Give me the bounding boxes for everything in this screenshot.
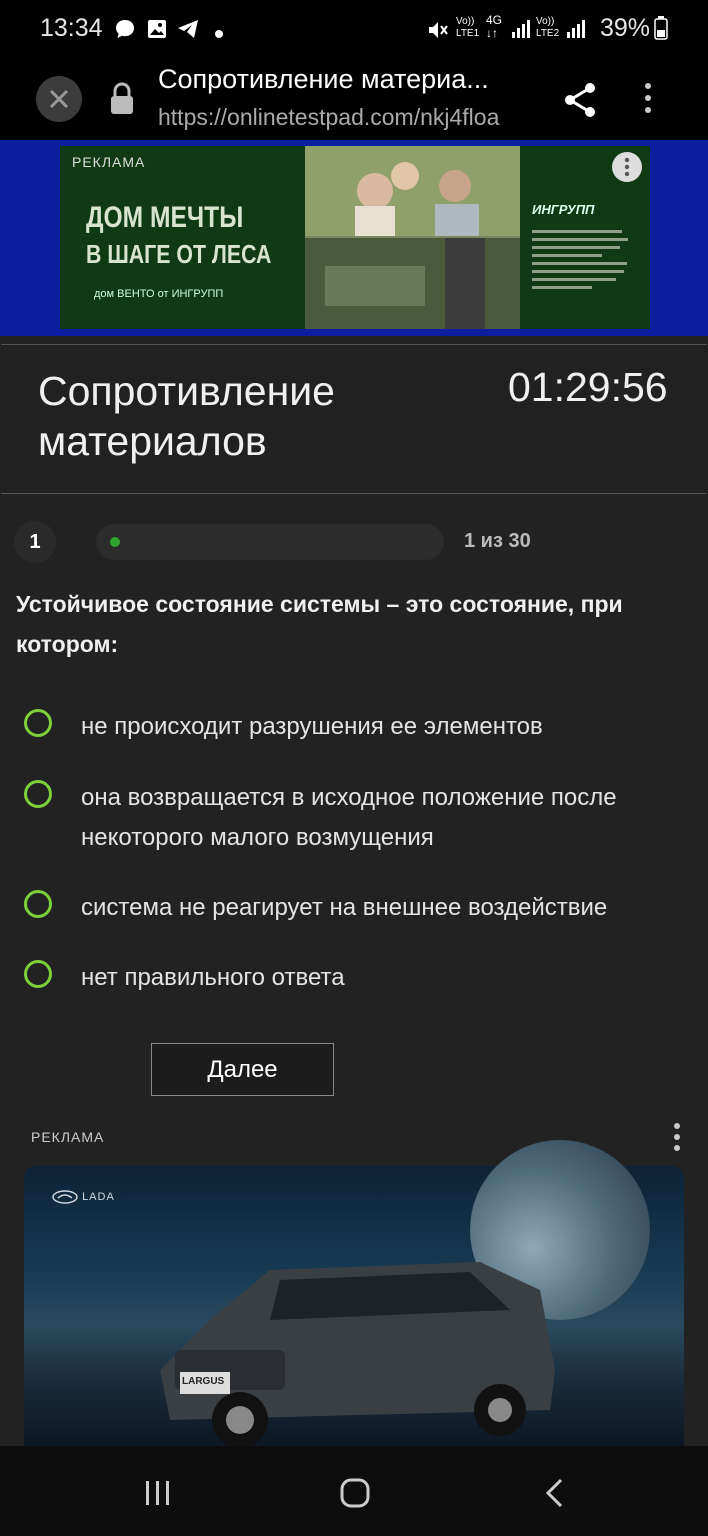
network-type-indicator: 4G ↓↑	[486, 13, 503, 40]
progress-text: 1 из 30	[464, 530, 531, 552]
signal1-icon	[511, 18, 531, 45]
top-ad-label: РЕКЛАМА	[72, 154, 146, 170]
close-tab-button[interactable]	[36, 76, 82, 122]
bottom-ad-options-icon[interactable]	[666, 1122, 688, 1159]
page-title: Сопротивление материалов	[38, 368, 335, 464]
progress-bar-fill	[110, 537, 120, 547]
telegram-notification-icon	[176, 18, 200, 45]
radio-button[interactable]	[24, 960, 52, 988]
next-button[interactable]: Далее	[151, 1043, 334, 1096]
browser-url-text[interactable]: https://onlinetestpad.com/nkj4floa	[158, 104, 499, 131]
bottom-ad-label: РЕКЛАМА	[31, 1129, 105, 1145]
radio-button[interactable]	[24, 890, 52, 918]
signal2-icon	[566, 18, 586, 45]
top-ad-fine-print	[532, 228, 640, 301]
recents-icon[interactable]	[143, 1478, 173, 1513]
back-icon[interactable]	[543, 1477, 565, 1514]
top-ad-brand: ИНГРУПП	[532, 202, 595, 217]
question-text: Устойчивое состояние системы – это состо…	[16, 591, 623, 657]
lock-icon[interactable]	[108, 82, 136, 121]
battery-icon	[654, 16, 668, 45]
car-plate-model: LARGUS	[182, 1376, 225, 1387]
top-ad-subline: дом ВЕНТО от ИНГРУПП	[94, 288, 224, 300]
more-notifications-icon	[214, 26, 224, 44]
answer-option-label[interactable]: она возвращается в исходное положение по…	[81, 778, 681, 858]
answer-option-label[interactable]: нет правильного ответа	[81, 958, 681, 998]
gallery-notification-icon	[146, 18, 168, 45]
home-icon[interactable]	[339, 1477, 371, 1514]
ad-car-image: LARGUS	[150, 1250, 560, 1450]
more-vertical-icon	[624, 157, 630, 177]
radio-button[interactable]	[24, 780, 52, 808]
sim2-indicator: Vo)) LTE2	[536, 16, 560, 39]
browser-page-title[interactable]: Сопротивление материа...	[158, 64, 489, 95]
mute-icon	[426, 18, 450, 47]
answer-option-label[interactable]: не происходит разрушения ее элементов	[81, 707, 681, 747]
answer-option-label[interactable]: система не реагирует на внешнее воздейст…	[81, 888, 681, 928]
browser-menu-icon[interactable]	[636, 82, 660, 119]
top-ad-options-button[interactable]	[612, 152, 642, 182]
close-icon	[49, 89, 69, 109]
countdown-timer: 01:29:56	[508, 364, 668, 410]
clock: 13:34	[40, 14, 103, 42]
battery-percent: 39%	[599, 14, 650, 42]
progress-bar	[96, 524, 444, 560]
radio-button[interactable]	[24, 709, 52, 737]
sim1-indicator: Vo)) LTE1	[456, 16, 480, 39]
share-icon[interactable]	[560, 80, 600, 125]
chat-notification-icon	[114, 18, 136, 45]
question-number-badge: 1	[14, 521, 56, 563]
lada-logo: LADA	[52, 1190, 115, 1204]
top-ad-headline: ДОМ МЕЧТЫ В ШАГЕ ОТ ЛЕСА	[86, 201, 272, 269]
top-ad-photo	[305, 146, 520, 329]
